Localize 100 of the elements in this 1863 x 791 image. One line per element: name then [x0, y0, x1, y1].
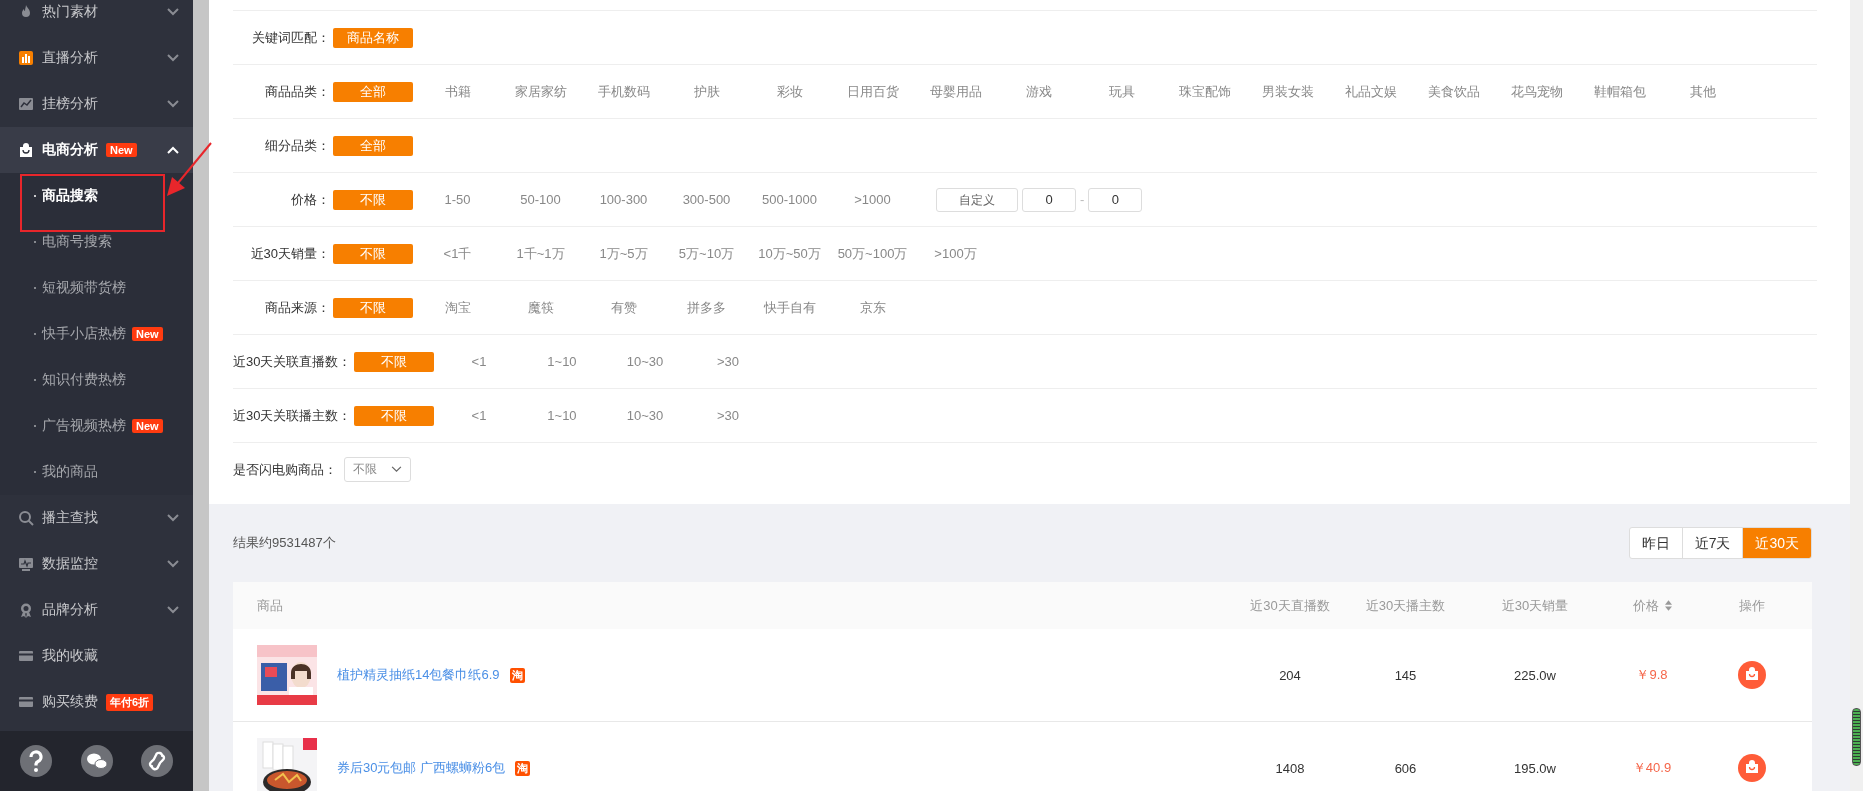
filter-option[interactable]: 全部: [333, 135, 413, 156]
filter-option[interactable]: 商品名称: [333, 27, 413, 48]
submenu-item[interactable]: 知识付费热榜: [0, 357, 193, 403]
product-link[interactable]: 券后30元包邮 广西螺蛳粉6包: [337, 759, 506, 777]
filter-option[interactable]: 男装女装: [1246, 82, 1329, 101]
chevron-icon: [167, 8, 179, 16]
submenu-label: 知识付费热榜: [42, 371, 126, 389]
sidebar-item-label: 数据监控: [42, 555, 98, 573]
filter-option[interactable]: 500-1000: [748, 192, 831, 207]
sidebar-item-label: 购买续费: [42, 693, 98, 711]
sidebar-item[interactable]: 数据监控: [0, 541, 193, 587]
filter-option[interactable]: 淘宝: [416, 298, 499, 317]
submenu-item[interactable]: 广告视频热榜 New: [0, 403, 193, 449]
help-icon[interactable]: [20, 745, 52, 777]
filter-option[interactable]: <1: [437, 354, 521, 369]
custom-button[interactable]: 自定义: [936, 187, 1018, 212]
submenu-item[interactable]: 电商号搜索: [0, 219, 193, 265]
submenu-item[interactable]: 我的商品: [0, 449, 193, 495]
filter-option[interactable]: 不限: [333, 243, 413, 264]
filter-option[interactable]: 10~30: [603, 408, 687, 423]
filter-option[interactable]: 1万~5万: [582, 244, 665, 263]
filter-option[interactable]: <1千: [416, 244, 499, 263]
filter-option[interactable]: 花鸟宠物: [1495, 82, 1578, 101]
filter-option[interactable]: >1000: [831, 192, 914, 207]
submenu-item[interactable]: 商品搜索: [0, 173, 193, 219]
filter-option[interactable]: 日用百货: [831, 82, 914, 101]
filter-option[interactable]: 手机数码: [582, 82, 665, 101]
max-price-field[interactable]: 0: [1088, 187, 1143, 212]
filter-option[interactable]: 不限: [354, 405, 435, 426]
filter-option[interactable]: 5万~10万: [665, 244, 748, 263]
card-icon: [18, 694, 34, 710]
period-tab[interactable]: 近30天: [1742, 528, 1811, 558]
filter-option[interactable]: 礼品文娱: [1329, 82, 1412, 101]
shopping-bag-icon[interactable]: [1738, 754, 1766, 782]
sidebar-item[interactable]: 购买续费 年付6折: [0, 679, 193, 725]
filter-option[interactable]: 家居家纺: [499, 82, 582, 101]
filter-option[interactable]: 10万~50万: [748, 244, 831, 263]
filter-option[interactable]: 鞋帽箱包: [1578, 82, 1661, 101]
submenu-label: 我的商品: [42, 463, 98, 481]
filter-option[interactable]: 其他: [1661, 82, 1744, 101]
annotation-arrow: [167, 142, 212, 196]
sidebar-item-label: 电商分析: [42, 141, 98, 159]
filter-option[interactable]: >30: [686, 408, 770, 423]
submenu-item[interactable]: 短视频带货榜: [0, 265, 193, 311]
chat-bubbles-icon[interactable]: [80, 745, 113, 777]
filter-option[interactable]: 游戏: [997, 82, 1080, 101]
scrollbar[interactable]: [1850, 0, 1863, 791]
filter-option[interactable]: 彩妆: [748, 82, 831, 101]
sidebar-item[interactable]: 品牌分析: [0, 587, 193, 633]
monitor-icon: [18, 556, 34, 572]
filter-option[interactable]: 玩具: [1080, 82, 1163, 101]
filter-option[interactable]: >100万: [914, 244, 997, 263]
filter-option[interactable]: 拼多多: [665, 298, 748, 317]
filter-option[interactable]: 1~10: [520, 354, 604, 369]
sidebar-item[interactable]: 播主查找: [0, 495, 193, 541]
column-header[interactable]: 价格: [1612, 596, 1692, 615]
filter-option[interactable]: 50-100: [499, 192, 582, 207]
result-count: 结果约9531487个: [233, 534, 336, 552]
submenu-item[interactable]: 快手小店热榜 New: [0, 311, 193, 357]
filter-option[interactable]: 京东: [831, 298, 914, 317]
filter-option[interactable]: 1千~1万: [499, 244, 582, 263]
filter-option[interactable]: 100-300: [582, 192, 665, 207]
bar-chart-icon: [18, 50, 34, 66]
table-cell-text: 145: [1393, 667, 1418, 683]
period-tab[interactable]: 昨日: [1629, 528, 1682, 558]
min-price-field[interactable]: 0: [1022, 187, 1076, 212]
filter-option[interactable]: 50万~100万: [831, 244, 914, 263]
link-icon[interactable]: [141, 745, 173, 777]
product-link[interactable]: 植护精灵抽纸14包餐巾纸6.9: [337, 666, 500, 684]
filter-option[interactable]: <1: [437, 408, 521, 423]
filter-option[interactable]: 母婴用品: [914, 82, 997, 101]
shopping-bag-icon[interactable]: [1738, 661, 1766, 689]
filter-option[interactable]: 美食饮品: [1412, 82, 1495, 101]
filter-option[interactable]: 不限: [333, 189, 413, 210]
filter-label: 近30天关联直播数：: [233, 352, 353, 371]
filter-option[interactable]: 300-500: [665, 192, 748, 207]
filter-option[interactable]: 10~30: [603, 354, 687, 369]
filter-option[interactable]: 不限: [333, 297, 413, 318]
chevron-icon: [167, 560, 179, 568]
filter-label: 是否闪电购商品：: [233, 460, 338, 479]
sidebar-item[interactable]: 热门素材: [0, 0, 193, 35]
filter-option[interactable]: 1-50: [416, 192, 499, 207]
filter-option[interactable]: >30: [686, 354, 770, 369]
sidebar-item[interactable]: 直播分析: [0, 35, 193, 81]
chevron-icon: [167, 606, 179, 614]
filter-option[interactable]: 魔筷: [499, 298, 582, 317]
filter-option[interactable]: 快手自有: [748, 298, 831, 317]
filter-label: 近30天销量：: [249, 244, 331, 263]
filter-option[interactable]: 1~10: [520, 408, 604, 423]
filter-option[interactable]: 珠宝配饰: [1163, 82, 1246, 101]
filter-option[interactable]: 书籍: [416, 82, 499, 101]
filter-option[interactable]: 有赞: [582, 298, 665, 317]
dropdown[interactable]: 不限: [344, 457, 411, 482]
sidebar-item[interactable]: 电商分析 New: [0, 127, 193, 173]
filter-option[interactable]: 护肤: [665, 82, 748, 101]
filter-option[interactable]: 全部: [333, 81, 413, 102]
sidebar-item[interactable]: 我的收藏: [0, 633, 193, 679]
filter-option[interactable]: 不限: [354, 351, 435, 372]
scrollbar[interactable]: [193, 0, 209, 791]
sidebar-item[interactable]: 挂榜分析: [0, 81, 193, 127]
